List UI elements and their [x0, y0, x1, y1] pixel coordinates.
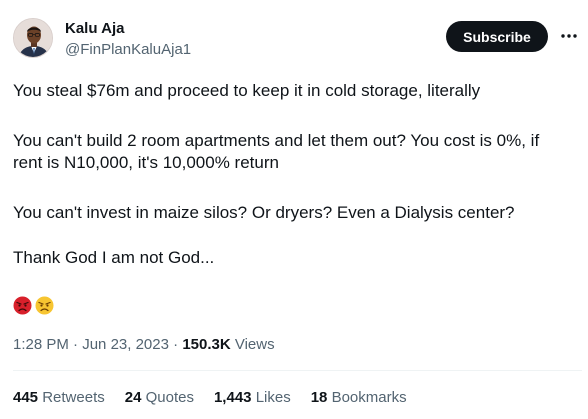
quotes-label: Quotes [145, 389, 194, 406]
likes-count: 1,443 [213, 389, 252, 406]
retweets-count: 445 [13, 389, 39, 406]
bookmarks-count: 18 [310, 389, 328, 406]
views-label: Views [234, 336, 275, 353]
likes-label: Likes [255, 389, 291, 406]
avatar[interactable] [13, 18, 53, 58]
tweet-text-line: You can't invest in maize silos? Or drye… [13, 203, 515, 222]
tweet-date[interactable]: Jun 23, 2023 [82, 336, 169, 353]
quotes-count: 24 [124, 389, 142, 406]
tweet-text-line: rent is N10,000, it's 10,000% return [13, 153, 279, 172]
tweet-text-line: Thank God I am not God... [13, 248, 215, 267]
meta-separator: · [68, 336, 83, 353]
retweets-stat[interactable]: 445 Retweets [13, 388, 105, 408]
likes-stat[interactable]: 1,443 Likes [214, 388, 291, 408]
angry-face-emoji [35, 296, 54, 315]
tweet-time[interactable]: 1:28 PM [13, 336, 69, 353]
emoji-row [13, 296, 54, 315]
angry-red-face-emoji [13, 296, 32, 315]
meta-separator: · [168, 336, 183, 353]
tweet-meta: 1:28 PM · Jun 23, 2023 · 150.3K Views [13, 335, 275, 355]
tweet-card: Kalu Aja @FinPlanKaluAja1 Subscribe You … [0, 0, 588, 419]
bookmarks-stat[interactable]: 18 Bookmarks [311, 388, 407, 408]
tweet-text-line: You steal $76m and proceed to keep it in… [13, 81, 481, 100]
more-button[interactable] [557, 24, 581, 48]
more-icon [561, 34, 577, 38]
subscribe-button[interactable]: Subscribe [446, 21, 548, 52]
tweet-text-line: You can't build 2 room apartments and le… [13, 131, 540, 150]
author-block: Kalu Aja @FinPlanKaluAja1 [65, 20, 191, 60]
bookmarks-label: Bookmarks [331, 389, 407, 406]
divider [13, 370, 582, 371]
retweets-label: Retweets [42, 389, 105, 406]
engagement-stats: 445 Retweets 24 Quotes 1,443 Likes 18 Bo… [13, 388, 407, 408]
display-name[interactable]: Kalu Aja [65, 20, 191, 38]
handle[interactable]: @FinPlanKaluAja1 [65, 40, 191, 60]
quotes-stat[interactable]: 24 Quotes [125, 388, 194, 408]
views-count: 150.3K [182, 336, 231, 353]
